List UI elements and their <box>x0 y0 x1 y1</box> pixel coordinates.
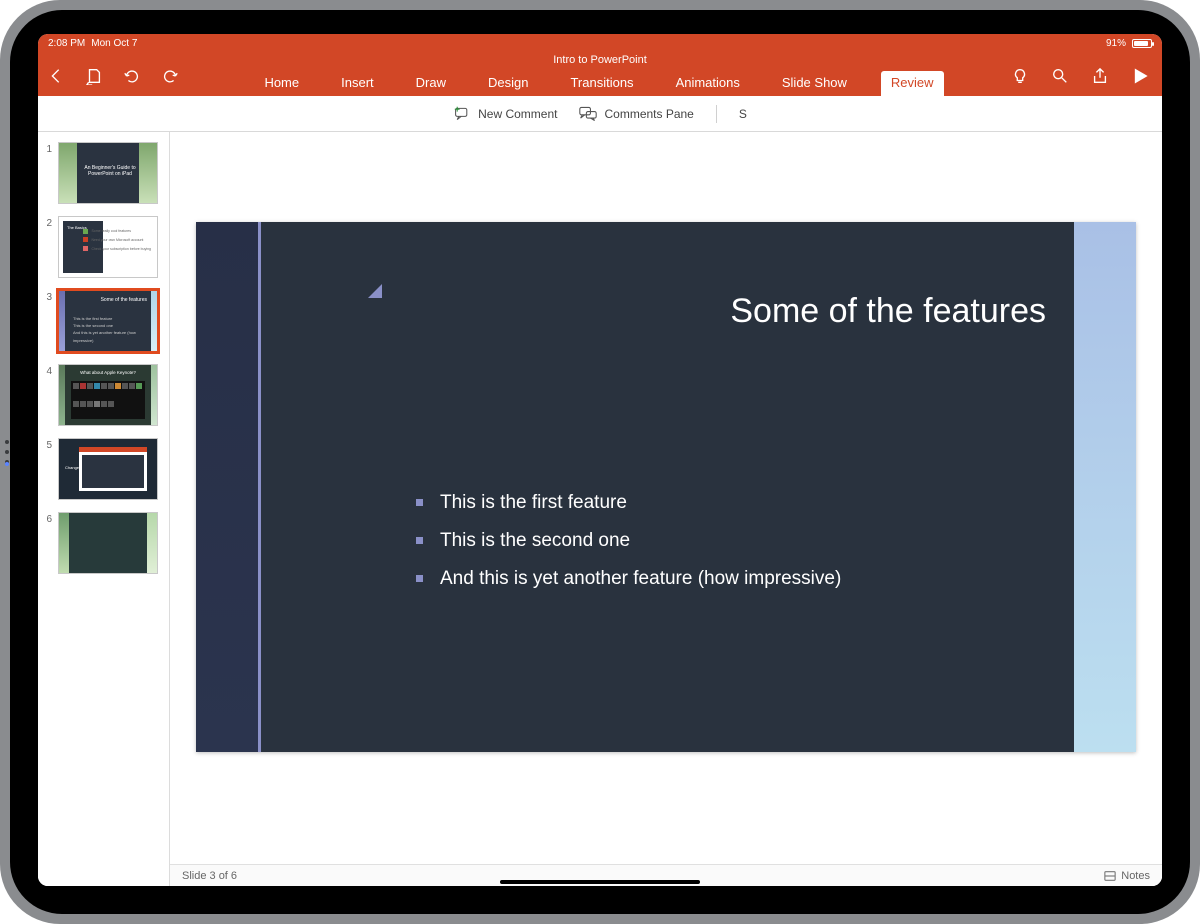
ribbon-separator <box>716 105 717 123</box>
thumb-6[interactable]: 6 <box>44 512 163 574</box>
ribbon-tabs: Home Insert Draw Design Transitions Anim… <box>38 70 1162 96</box>
comments-pane-button[interactable]: Comments Pane <box>579 106 693 122</box>
slide-title[interactable]: Some of the features <box>730 292 1046 331</box>
new-comment-button[interactable]: New Comment <box>453 106 557 122</box>
status-date: Mon Oct 7 <box>91 38 137 49</box>
status-time: 2:08 PM <box>48 38 85 49</box>
app-header: Intro to PowerPoint Home Insert Draw <box>38 52 1162 96</box>
tab-review[interactable]: Review <box>881 71 944 96</box>
slide-bullets[interactable]: This is the first feature This is the se… <box>416 492 841 606</box>
slide-canvas[interactable]: Some of the features This is the first f… <box>170 132 1162 886</box>
thumb-4[interactable]: 4 What about Apple Keynote? <box>44 364 163 426</box>
notes-toggle[interactable]: Notes <box>1104 870 1150 882</box>
ios-status-bar: 2:08 PM Mon Oct 7 91% <box>38 34 1162 52</box>
notes-label: Notes <box>1121 870 1150 882</box>
tab-slideshow[interactable]: Slide Show <box>774 71 855 96</box>
tab-home[interactable]: Home <box>256 71 307 96</box>
bullet-1: This is the first feature <box>416 492 841 514</box>
comments-pane-label: Comments Pane <box>604 107 693 121</box>
tab-draw[interactable]: Draw <box>408 71 454 96</box>
ribbon-extra[interactable]: S <box>739 107 747 121</box>
tab-insert[interactable]: Insert <box>333 71 382 96</box>
thumb-5[interactable]: 5 Change <box>44 438 163 500</box>
battery-icon <box>1132 39 1152 48</box>
slide-thumbnails-panel[interactable]: 1 An Beginner's Guide to PowerPoint on i… <box>38 132 170 886</box>
new-comment-label: New Comment <box>478 107 557 121</box>
battery-percent: 91% <box>1106 38 1126 49</box>
tab-animations[interactable]: Animations <box>668 71 748 96</box>
home-indicator[interactable] <box>500 880 700 884</box>
current-slide[interactable]: Some of the features This is the first f… <box>196 222 1136 752</box>
decorative-triangle-icon <box>368 284 382 298</box>
thumb-3[interactable]: 3 Some of the features This is the first… <box>44 290 163 352</box>
thumb-1[interactable]: 1 An Beginner's Guide to PowerPoint on i… <box>44 142 163 204</box>
tab-design[interactable]: Design <box>480 71 536 96</box>
tab-transitions[interactable]: Transitions <box>562 71 641 96</box>
thumb-2[interactable]: 2 The Basics Some really cool features N… <box>44 216 163 278</box>
slide-position: Slide 3 of 6 <box>182 870 237 882</box>
document-title: Intro to PowerPoint <box>38 54 1162 66</box>
review-ribbon: New Comment Comments Pane S <box>38 96 1162 132</box>
bullet-2: This is the second one <box>416 530 841 552</box>
bullet-3: And this is yet another feature (how imp… <box>416 568 841 590</box>
